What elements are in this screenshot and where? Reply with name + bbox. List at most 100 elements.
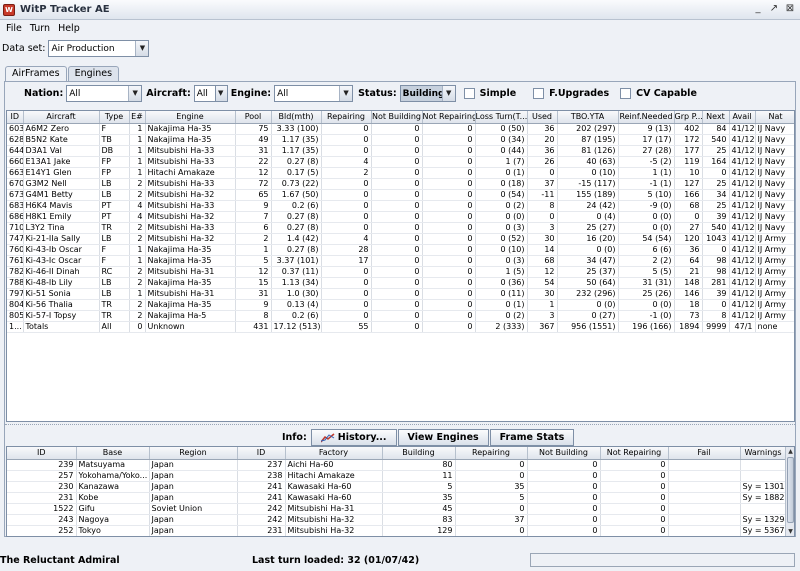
- table-cell: 2: [129, 178, 146, 190]
- engine-select[interactable]: All ▼: [274, 85, 354, 102]
- aircraft-value: All: [196, 88, 208, 99]
- aircraft-select[interactable]: All: [193, 85, 216, 102]
- cv-capable-checkbox[interactable]: [620, 88, 632, 99]
- history-button[interactable]: History...: [310, 429, 397, 446]
- airframes-col-header[interactable]: Not Building: [371, 111, 423, 124]
- airframes-col-header[interactable]: Nat: [755, 111, 794, 124]
- dataset-select[interactable]: Air Production ▼: [48, 40, 150, 57]
- dataset-label: Data set:: [2, 43, 46, 54]
- table-row[interactable]: 686 H8K1 Emily PT 4 Mitsubishi Ha-32 7 0.27 (8…: [7, 211, 794, 223]
- view-engines-button[interactable]: View Engines: [397, 429, 489, 446]
- table-row[interactable]: 257 Yokohama/Yoko... Japan 238 Hitachi Amaka…: [7, 470, 787, 482]
- airframes-col-header[interactable]: Not Repairing: [422, 111, 476, 124]
- table-row[interactable]: 252 Tokyo Japan 231 Mitsubishi Ha-32 129 0 0 0 Sy…: [7, 525, 787, 536]
- minimize-icon[interactable]: _: [752, 3, 764, 15]
- table-cell: 146: [674, 288, 703, 300]
- airframes-col-header[interactable]: ID: [7, 111, 24, 124]
- airframes-col-header[interactable]: Grp P...: [674, 111, 703, 124]
- factories-col-header[interactable]: Base: [76, 447, 150, 460]
- table-row[interactable]: 710 L3Y2 Tina TR 2 Mitsubishi Ha-33 6 0.27 (8)…: [7, 222, 794, 234]
- factories-col-header[interactable]: Repairing: [455, 447, 528, 460]
- airframes-col-header[interactable]: Reinf.Needed: [618, 111, 675, 124]
- table-cell: Mitsubishi Ha-33: [145, 200, 236, 212]
- airframes-col-header[interactable]: Used: [527, 111, 558, 124]
- table-row[interactable]: 805 Ki-57-I Topsy TR 2 Nakajima Ha-5 8 0.2 (6)…: [7, 310, 794, 322]
- frame-stats-button[interactable]: Frame Stats: [489, 429, 575, 446]
- table-cell: 28: [321, 244, 372, 256]
- menu-turn[interactable]: Turn: [26, 23, 54, 34]
- factories-col-header[interactable]: ID: [237, 447, 286, 460]
- table-row[interactable]: 644 D3A1 Val DB 1 Mitsubishi Ha-33 31 1.17 (35…: [7, 145, 794, 157]
- table-cell: 87 (195): [557, 134, 619, 146]
- table-row[interactable]: 804 Ki-56 Thalia TR 2 Nakajima Ha-35 9 0.13 (4…: [7, 299, 794, 311]
- table-row[interactable]: 782 Ki-46-II Dinah RC 2 Mitsubishi Ha-31 12 0.…: [7, 266, 794, 278]
- table-cell: 21: [674, 266, 703, 278]
- airframes-col-header[interactable]: Pool: [235, 111, 272, 124]
- airframes-col-header[interactable]: Bld(mth): [271, 111, 322, 124]
- factories-col-header[interactable]: Warnings: [740, 447, 787, 460]
- factories-scrollbar[interactable]: ▲ ▼: [785, 447, 794, 536]
- factories-col-header[interactable]: Not Repairing: [600, 447, 669, 460]
- table-row[interactable]: 663 E14Y1 Glen FP 1 Hitachi Amakaze 12 0.17 (5…: [7, 167, 794, 179]
- simple-checkbox[interactable]: [463, 88, 475, 99]
- fupgrades-checkbox[interactable]: [533, 88, 545, 99]
- table-cell: 1522: [7, 503, 77, 515]
- table-row[interactable]: 603 A6M2 Zero F 1 Nakajima Ha-35 75 3.33 (100)…: [7, 123, 794, 135]
- airframes-col-header[interactable]: Type: [99, 111, 130, 124]
- nation-select[interactable]: All ▼: [66, 85, 143, 102]
- table-cell: 41/12: [729, 200, 756, 212]
- chevron-down-icon: ▼: [215, 86, 227, 101]
- table-row[interactable]: 243 Nagoya Japan 242 Mitsubishi Ha-32 83 37 0 0 S…: [7, 514, 787, 526]
- tab-engines[interactable]: Engines: [67, 66, 120, 81]
- table-cell: IJ Army: [755, 310, 794, 322]
- table-row[interactable]: 239 Matsuyama Japan 237 Aichi Ha-60 80 0 0 0: [7, 459, 787, 471]
- airframes-col-header[interactable]: Repairing: [321, 111, 372, 124]
- table-row[interactable]: 660 E13A1 Jake FP 1 Mitsubishi Ha-33 22 0.27 (…: [7, 156, 794, 168]
- factories-col-header[interactable]: Not Building: [527, 447, 601, 460]
- scroll-up-icon[interactable]: ▲: [786, 447, 794, 456]
- table-row[interactable]: 683 H6K4 Mavis PT 4 Mitsubishi Ha-33 9 0.2 (6)…: [7, 200, 794, 212]
- scroll-down-icon[interactable]: ▼: [786, 527, 794, 536]
- table-row[interactable]: 760 Ki-43-Ib Oscar F 1 Nakajima Ha-35 1 0.27 (…: [7, 244, 794, 256]
- table-row[interactable]: 628 B5N2 Kate TB 1 Nakajima Ha-35 49 1.17 (35)…: [7, 134, 794, 146]
- table-cell: 0 (36): [475, 277, 528, 289]
- airframes-col-header[interactable]: E#: [129, 111, 146, 124]
- table-cell: FP: [99, 156, 130, 168]
- table-cell: 34: [702, 189, 730, 201]
- airframes-col-header[interactable]: Aircraft: [23, 111, 100, 124]
- table-cell: 65: [235, 189, 272, 201]
- table-row[interactable]: 747 Ki-21-IIa Sally LB 2 Mitsubishi Ha-32 2 1.…: [7, 233, 794, 245]
- factories-col-header[interactable]: Region: [149, 447, 238, 460]
- table-row[interactable]: 230 Kanazawa Japan 241 Kawasaki Ha-60 5 35 0 0 Sy…: [7, 481, 787, 493]
- table-row[interactable]: 761 Ki-43-Ic Oscar F 1 Nakajima Ha-35 5 3.37 (…: [7, 255, 794, 267]
- table-row[interactable]: 1... Totals All 0 Unknown 431 17.12 (513) 55 0 0 2…: [7, 321, 794, 333]
- tab-airframes[interactable]: AirFrames: [5, 66, 67, 81]
- status-select[interactable]: Building ▼: [399, 85, 456, 102]
- airframes-col-header[interactable]: Engine: [145, 111, 236, 124]
- menu-help[interactable]: Help: [54, 23, 84, 34]
- airframes-col-header[interactable]: Loss Turn(T...: [475, 111, 528, 124]
- table-row[interactable]: 673 G4M1 Betty LB 2 Mitsubishi Ha-32 65 1.67 (…: [7, 189, 794, 201]
- table-row[interactable]: 1522 Gifu Soviet Union 242 Mitsubishi Ha-31 4…: [7, 503, 787, 515]
- scrollbar-thumb[interactable]: [787, 457, 794, 523]
- table-cell: 241: [237, 492, 286, 504]
- airframes-col-header[interactable]: TBO.YTA: [557, 111, 619, 124]
- menu-file[interactable]: File: [2, 23, 26, 34]
- factories-col-header[interactable]: Building: [382, 447, 456, 460]
- table-cell: 0 (0): [618, 211, 675, 223]
- restore-icon[interactable]: ↗: [768, 3, 780, 15]
- table-row[interactable]: 231 Kobe Japan 241 Kawasaki Ha-60 35 5 0 0 Sy = 1…: [7, 492, 787, 504]
- close-icon[interactable]: ⊠: [784, 3, 796, 15]
- factories-col-header[interactable]: Fail: [668, 447, 741, 460]
- split-divider[interactable]: [5, 424, 795, 428]
- airframes-col-header[interactable]: Next: [702, 111, 730, 124]
- table-row[interactable]: 670 G3M2 Nell LB 2 Mitsubishi Ha-33 72 0.73 (2…: [7, 178, 794, 190]
- factories-col-header[interactable]: ID: [7, 447, 77, 460]
- factories-col-header[interactable]: Factory: [285, 447, 383, 460]
- table-row[interactable]: 797 Ki-51 Sonia LB 1 Mitsubishi Ha-31 31 1.0 (…: [7, 288, 794, 300]
- airframes-col-header[interactable]: Avail: [729, 111, 756, 124]
- aircraft-dropdown-button[interactable]: ▼: [214, 85, 228, 102]
- menu-bar: File Turn Help: [0, 20, 800, 36]
- table-row[interactable]: 788 Ki-48-Ib Lily LB 2 Nakajima Ha-35 15 1.13 …: [7, 277, 794, 289]
- table-cell: 17: [321, 255, 372, 267]
